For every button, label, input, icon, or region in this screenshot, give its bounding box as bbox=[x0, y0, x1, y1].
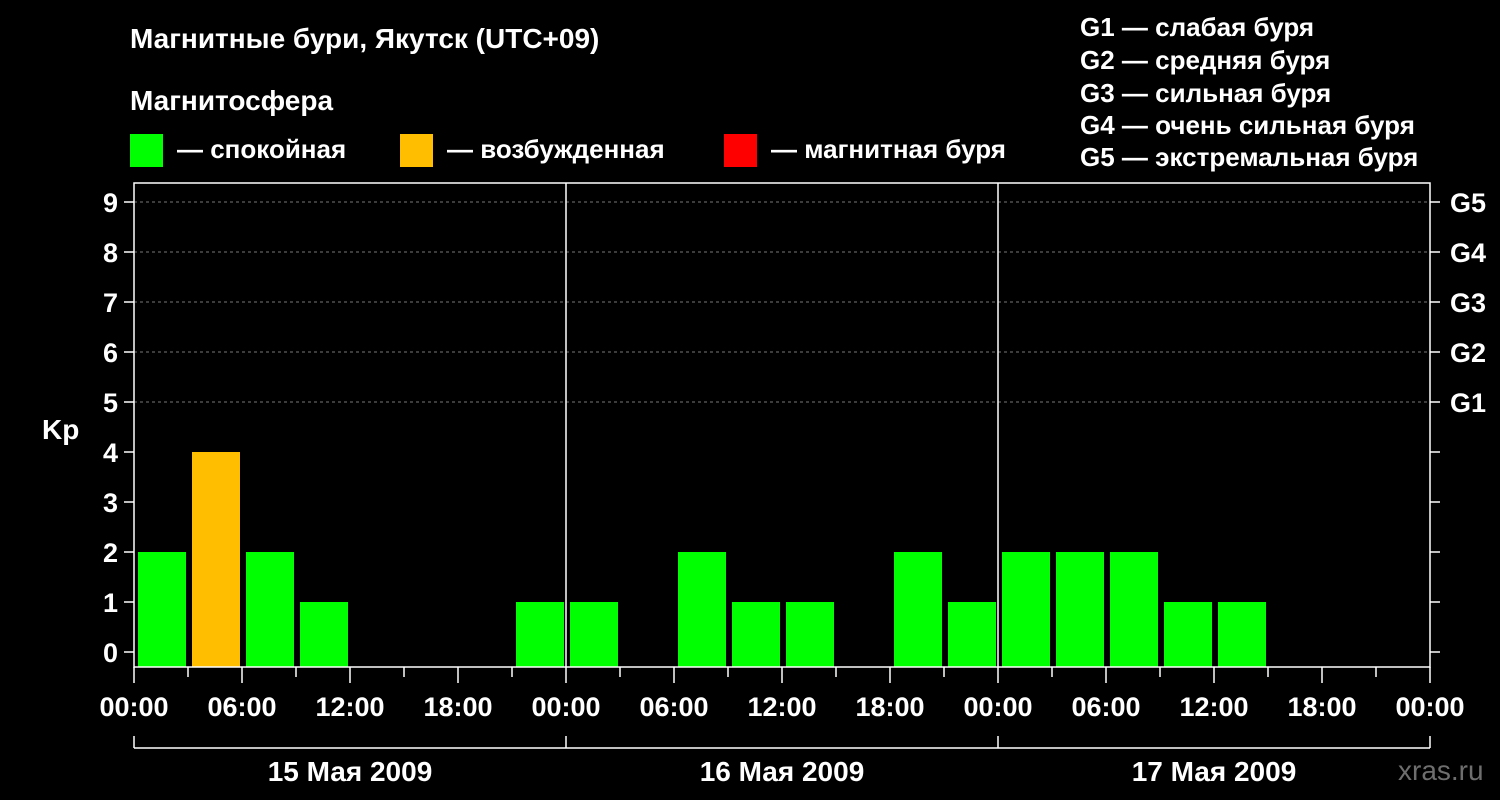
y-axis-label: Kp bbox=[42, 414, 79, 445]
g-level-label: G5 bbox=[1450, 188, 1486, 218]
y-tick-label: 8 bbox=[103, 238, 118, 268]
kp-bar bbox=[732, 602, 780, 667]
y-tick-label: 6 bbox=[103, 338, 118, 368]
storm-scale-legend: G1 — слабая буря G2 — средняя буря G3 — … bbox=[1080, 12, 1418, 172]
y-tick-label: 9 bbox=[103, 188, 118, 218]
kp-bar bbox=[192, 452, 240, 667]
g-level-label: G4 bbox=[1450, 238, 1486, 268]
watermark: xras.ru bbox=[1398, 755, 1484, 786]
x-tick-label: 00:00 bbox=[99, 692, 168, 722]
kp-bar bbox=[1002, 552, 1050, 667]
kp-bar bbox=[300, 602, 348, 667]
storm-scale-g3: G3 — сильная буря bbox=[1080, 78, 1331, 108]
y-tick-label: 3 bbox=[103, 488, 118, 518]
storm-scale-g2: G2 — средняя буря bbox=[1080, 45, 1330, 75]
kp-bar bbox=[894, 552, 942, 667]
y-tick-label: 5 bbox=[103, 388, 118, 418]
kp-bar bbox=[516, 602, 564, 667]
x-tick-label: 12:00 bbox=[1179, 692, 1248, 722]
x-tick-label: 06:00 bbox=[207, 692, 276, 722]
y-tick-label: 4 bbox=[103, 438, 118, 468]
legend: — спокойная — возбужденная — магнитная б… bbox=[130, 134, 1006, 167]
legend-label-active: — возбужденная bbox=[447, 134, 665, 164]
g-level-label: G1 bbox=[1450, 388, 1486, 418]
legend-swatch-quiet bbox=[130, 134, 163, 167]
x-tick-label: 18:00 bbox=[855, 692, 924, 722]
day-label: 17 Мая 2009 bbox=[1132, 756, 1297, 787]
g-level-label: G2 bbox=[1450, 338, 1486, 368]
kp-bar bbox=[246, 552, 294, 667]
x-tick-label: 12:00 bbox=[315, 692, 384, 722]
storm-scale-g4: G4 — очень сильная буря bbox=[1080, 110, 1415, 140]
magnetosphere-label: Магнитосфера bbox=[130, 85, 333, 116]
legend-swatch-storm bbox=[724, 134, 757, 167]
storm-scale-g5: G5 — экстремальная буря bbox=[1080, 142, 1418, 172]
legend-swatch-active bbox=[400, 134, 433, 167]
kp-bar bbox=[1218, 602, 1266, 667]
y-tick-label: 1 bbox=[103, 588, 118, 618]
x-tick-label: 18:00 bbox=[423, 692, 492, 722]
kp-bar bbox=[786, 602, 834, 667]
kp-bar bbox=[678, 552, 726, 667]
plot-frame bbox=[133, 182, 1431, 668]
x-tick-label: 00:00 bbox=[963, 692, 1032, 722]
kp-bar bbox=[948, 602, 996, 667]
legend-label-storm: — магнитная буря bbox=[771, 134, 1006, 164]
legend-label-quiet: — спокойная bbox=[177, 134, 346, 164]
x-tick-label: 00:00 bbox=[1395, 692, 1464, 722]
kp-bar bbox=[138, 552, 186, 667]
x-tick-label: 06:00 bbox=[1071, 692, 1140, 722]
x-tick-label: 06:00 bbox=[639, 692, 708, 722]
kp-chart: Магнитные бури, Якутск (UTC+09) Магнитос… bbox=[42, 12, 1486, 787]
x-tick-label: 00:00 bbox=[531, 692, 600, 722]
x-tick-label: 12:00 bbox=[747, 692, 816, 722]
g-level-label: G3 bbox=[1450, 288, 1486, 318]
storm-scale-g1: G1 — слабая буря bbox=[1080, 12, 1314, 42]
y-tick-label: 7 bbox=[103, 288, 118, 318]
plot-area: 0 1 2 3 4 5 6 7 8 9 G1 G2 G3 G4 G5 00:00 06:00 12:00 18:00… bbox=[99, 182, 1486, 787]
kp-bar bbox=[1056, 552, 1104, 667]
kp-bar bbox=[570, 602, 618, 667]
y-tick-label: 0 bbox=[103, 638, 118, 668]
kp-bar bbox=[1110, 552, 1158, 667]
day-label: 15 Мая 2009 bbox=[268, 756, 433, 787]
y-tick-label: 2 bbox=[103, 538, 118, 568]
x-tick-label: 18:00 bbox=[1287, 692, 1356, 722]
day-label: 16 Мая 2009 bbox=[700, 756, 865, 787]
kp-bar bbox=[1164, 602, 1212, 667]
chart-title: Магнитные бури, Якутск (UTC+09) bbox=[130, 23, 599, 54]
